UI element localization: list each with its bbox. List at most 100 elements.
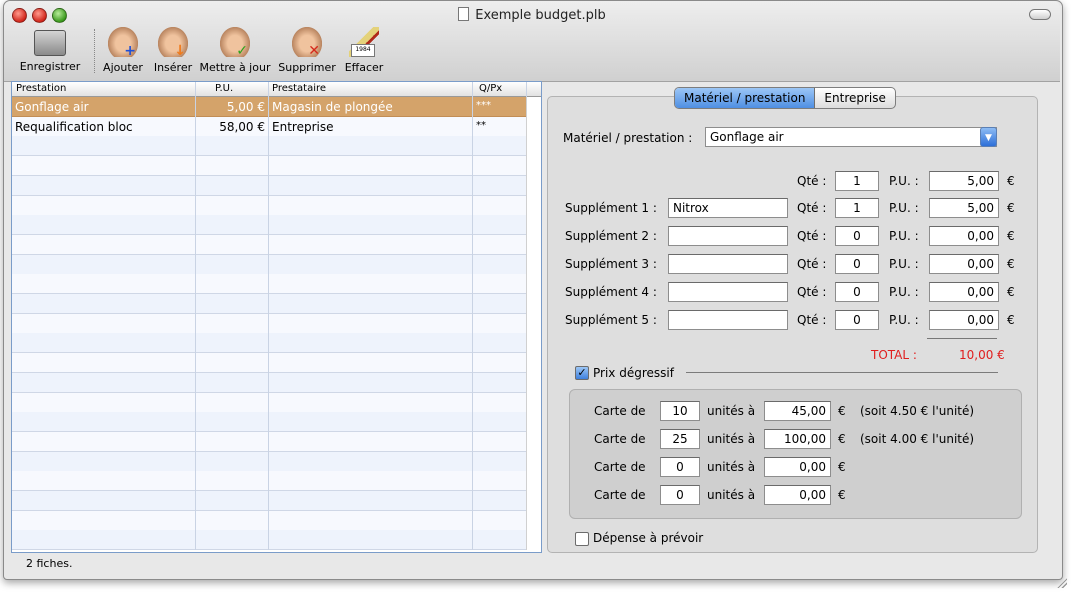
table-row[interactable] [12,510,527,531]
main-qte-field[interactable]: 1 [835,171,879,191]
table-row[interactable] [12,215,527,236]
qte-label: Qté : [797,285,827,299]
supplement-name-field[interactable] [668,310,788,330]
euro-sign: € [1007,174,1015,188]
column-header-pu[interactable]: P.U. [215,83,233,94]
vertical-scrollbar[interactable] [526,97,541,550]
table-row[interactable] [12,274,527,295]
table-row[interactable] [12,234,527,255]
clear-button[interactable]: 1984 Effacer [342,27,386,74]
tab-bar: Matériel / prestation Entreprise [674,87,896,109]
status-text: 2 fiches. [26,557,73,570]
euro-sign: € [838,404,846,418]
table-row[interactable] [12,175,527,196]
supplement-qte-field[interactable]: 0 [835,226,879,246]
supplement-name-field[interactable] [668,282,788,302]
supplement-pu-field[interactable]: 0,00 [929,282,999,302]
table-row[interactable] [12,412,527,433]
table-row[interactable] [12,156,527,177]
hard-disk-icon [34,30,66,56]
supplement-label: Supplément 5 : [565,313,657,327]
cell-prestataire: Entreprise [272,119,334,134]
cell-prestation: Gonflage air [15,100,89,114]
save-button[interactable]: Enregistrer [18,27,82,73]
carte-label: Carte de [594,460,646,474]
piggy-bank-insert-icon: ↓ [158,27,188,58]
table-row[interactable] [12,471,527,492]
carte-units-field[interactable]: 10 [660,401,700,421]
prix-degressif-label: Prix dégressif [593,366,674,380]
column-header-prestation[interactable]: Prestation [16,83,66,94]
table-row[interactable] [12,313,527,334]
qte-label: Qté : [797,313,827,327]
supplement-pu-field[interactable]: 0,00 [929,310,999,330]
table-row[interactable] [12,353,527,374]
supplement-qte-field[interactable]: 1 [835,198,879,218]
supplement-pu-field[interactable]: 0,00 [929,226,999,246]
table-row[interactable] [12,491,527,511]
supplement-label: Supplément 2 : [565,229,657,243]
euro-sign: € [1007,201,1015,215]
carte-price-field[interactable]: 100,00 [764,429,831,449]
table-row[interactable]: Gonflage air 5,00 € Magasin de plongée *** [12,97,527,117]
piggy-bank-add-icon: + [108,27,138,58]
carte-units-field[interactable]: 0 [660,485,700,505]
carte-price-field[interactable]: 45,00 [764,401,831,421]
insert-button[interactable]: ↓ Insérer [151,27,195,74]
supplement-qte-field[interactable]: 0 [835,282,879,302]
column-header-qpx[interactable]: Q/Px [479,83,502,94]
supplement-name-field[interactable]: Nitrox [668,198,788,218]
table-body: Gonflage air 5,00 € Magasin de plongée *** R… [12,97,527,551]
pu-label: P.U. : [889,285,919,299]
resize-grip-icon[interactable] [1057,578,1067,588]
qte-label: Qté : [797,229,827,243]
table-row[interactable] [12,431,527,452]
pu-label: P.U. : [889,257,919,271]
depense-checkbox[interactable] [575,532,589,546]
table-row[interactable] [12,136,527,157]
chevron-down-icon[interactable]: ▼ [980,127,997,147]
prix-degressif-checkbox[interactable]: ✓ [575,366,589,380]
total-divider [927,338,997,339]
update-button[interactable]: ✓ Mettre à jour [199,27,271,74]
tab-materiel-prestation[interactable]: Matériel / prestation [675,88,816,108]
table-row[interactable] [12,333,527,354]
supplement-name-field[interactable] [668,254,788,274]
supplement-pu-field[interactable]: 0,00 [929,254,999,274]
eraser-calendar-icon: 1984 [349,27,379,57]
tab-entreprise[interactable]: Entreprise [815,88,894,108]
column-header-prestataire[interactable]: Prestataire [272,83,326,94]
carte-price-field[interactable]: 0,00 [764,485,831,505]
table-row[interactable] [12,451,527,472]
depense-label: Dépense à prévoir [593,531,704,545]
carte-label: Carte de [594,488,646,502]
supplement-label: Supplément 4 : [565,285,657,299]
carte-units-field[interactable]: 25 [660,429,700,449]
cell-pu: 58,00 € [219,119,265,134]
table-header: Prestation P.U. Prestataire Q/Px [12,82,541,97]
supplement-pu-field[interactable]: 5,00 [929,198,999,218]
table-row[interactable] [12,294,527,314]
carte-price-field[interactable]: 0,00 [764,457,831,477]
supplement-qte-field[interactable]: 0 [835,254,879,274]
unites-label: unités à [707,404,756,418]
carte-units-field[interactable]: 0 [660,457,700,477]
table-row[interactable] [12,254,527,275]
supplement-qte-field[interactable]: 0 [835,310,879,330]
materiel-select[interactable]: Gonflage air ▼ [705,127,997,147]
unites-label: unités à [707,460,756,474]
table-row[interactable] [12,195,527,216]
table-row[interactable] [12,530,527,551]
toolbar-toggle-button[interactable] [1029,9,1051,20]
add-button[interactable]: + Ajouter [101,27,145,74]
group-divider [686,372,998,373]
main-pu-field[interactable]: 5,00 [929,171,999,191]
table-row[interactable] [12,392,527,413]
table-row[interactable] [12,372,527,393]
pu-label: P.U. : [889,201,919,215]
supplement-name-field[interactable] [668,226,788,246]
table-row[interactable]: Requalification bloc 58,00 € Entreprise ** [12,116,527,137]
euro-sign: € [1007,229,1015,243]
carte-note: (soit 4.00 € l'unité) [860,432,975,446]
delete-button[interactable]: ✕ Supprimer [277,27,337,74]
